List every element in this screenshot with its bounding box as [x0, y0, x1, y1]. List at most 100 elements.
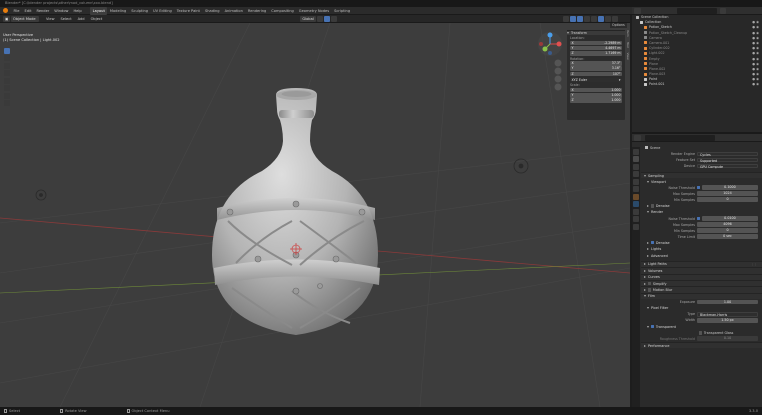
pivot-icon[interactable] — [317, 15, 324, 22]
noise-threshold-checkbox[interactable] — [697, 186, 701, 190]
output-tab-icon[interactable] — [633, 163, 639, 170]
feature-set-dropdown[interactable]: Supported — [697, 157, 758, 163]
tab-uv-editing[interactable]: UV Editing — [151, 7, 175, 15]
annotate-tool-icon[interactable] — [4, 92, 10, 99]
snap-icon[interactable] — [324, 15, 331, 22]
performance-panel[interactable]: Performance — [641, 341, 762, 349]
tab-geometry-nodes[interactable]: Geometry Nodes — [296, 7, 331, 15]
render-tab-icon[interactable] — [633, 156, 639, 162]
xray-icon[interactable] — [584, 15, 591, 22]
roughness-threshold-field[interactable]: 0.10 — [697, 336, 758, 342]
modifier-tab-icon[interactable] — [633, 201, 639, 207]
tab-sculpting[interactable]: Sculpting — [129, 7, 151, 15]
scene-tab-icon[interactable] — [633, 178, 639, 185]
tab-rendering[interactable]: Rendering — [245, 7, 268, 15]
viewport-max-samples-field[interactable]: 1024 — [697, 191, 758, 197]
orientation-dropdown[interactable]: Global — [300, 15, 317, 22]
menu-select[interactable]: Select — [58, 17, 75, 21]
scale-tool-icon[interactable] — [4, 77, 10, 84]
rotation-mode-dropdown[interactable]: XYZ Euler ▾ — [570, 77, 622, 83]
outliner-row[interactable]: Point.001 ● ◉ — [636, 82, 762, 87]
menu-help[interactable]: Help — [71, 7, 84, 15]
render-min-samples-field[interactable]: 0 — [697, 228, 758, 233]
scale-x-field[interactable]: X 1.000 — [570, 87, 622, 93]
data-tab-icon[interactable] — [633, 223, 639, 230]
menu-edit[interactable]: Edit — [22, 7, 34, 15]
constraints-tab-icon[interactable] — [633, 216, 639, 222]
tab-texture-paint[interactable]: Texture Paint — [174, 7, 202, 15]
scale-z-field[interactable]: Z 1.000 — [570, 98, 622, 103]
menu-file[interactable]: File — [11, 7, 22, 15]
3d-viewport[interactable]: User Perspective (1) Scene Collection | … — [0, 23, 630, 407]
scale-y-field[interactable]: Y 1.000 — [570, 93, 622, 98]
rotation-z-field[interactable]: Z 107° — [570, 71, 622, 77]
transform-tool-icon[interactable] — [4, 85, 10, 91]
select-tool-icon[interactable] — [4, 47, 10, 54]
viewport-canvas[interactable] — [0, 23, 630, 407]
rotation-y-field[interactable]: Y 3.16° — [570, 66, 622, 71]
tab-shading[interactable]: Shading — [202, 7, 222, 15]
eye-icon[interactable]: ● ◉ — [752, 82, 759, 87]
overlay-icon[interactable] — [577, 15, 584, 22]
render-noise-threshold-field[interactable]: 0.0100 — [701, 216, 758, 221]
potion-bottle-mesh[interactable] — [212, 88, 380, 335]
menu-add[interactable]: Add — [75, 17, 88, 21]
location-y-field[interactable]: Y 4.4697 m — [570, 45, 622, 51]
filter-width-field[interactable]: 1.50 px — [697, 318, 758, 323]
options-button[interactable]: Options — [610, 23, 627, 28]
device-dropdown[interactable]: GPU Compute — [697, 163, 758, 169]
blender-logo-icon[interactable] — [3, 8, 8, 13]
tab-animation[interactable]: Animation — [222, 7, 245, 15]
menu-window[interactable]: Window — [52, 7, 71, 15]
filter-type-dropdown[interactable]: Blackman-Harris — [697, 312, 758, 317]
tab-layout[interactable]: Layout — [90, 6, 108, 15]
material-shading-icon[interactable] — [605, 15, 612, 22]
visibility-icon[interactable] — [563, 15, 570, 22]
view-controls[interactable] — [554, 59, 562, 91]
menu-render[interactable]: Render — [34, 7, 52, 15]
tab-item[interactable]: Item — [626, 30, 630, 37]
tab-tool[interactable]: Tool — [626, 42, 630, 48]
properties-search-input[interactable] — [645, 134, 715, 141]
time-limit-field[interactable]: 0 sec — [697, 234, 758, 239]
wireframe-shading-icon[interactable] — [591, 15, 598, 22]
tool-tab-icon[interactable] — [633, 148, 639, 155]
tab-view[interactable]: View — [626, 53, 630, 60]
rotation-x-field[interactable]: X 37.3° — [570, 61, 622, 66]
advanced-subpanel[interactable]: Advanced — [641, 252, 762, 259]
rotate-tool-icon[interactable] — [4, 70, 10, 76]
physics-tab-icon[interactable] — [633, 208, 639, 215]
cursor-tool-icon[interactable] — [4, 55, 10, 61]
render-engine-dropdown[interactable]: Cycles — [697, 151, 758, 157]
viewport-min-samples-field[interactable]: 0 — [697, 197, 758, 203]
editor-type-icon[interactable]: ▣ — [3, 15, 10, 22]
proportional-edit-icon[interactable] — [331, 15, 338, 22]
world-tab-icon[interactable] — [633, 186, 639, 192]
move-tool-icon[interactable] — [4, 62, 10, 69]
properties-type-icon[interactable] — [634, 134, 641, 141]
mode-dropdown[interactable]: Object Mode — [11, 15, 39, 22]
filter-icon[interactable] — [720, 7, 726, 14]
solid-shading-icon[interactable] — [598, 15, 605, 22]
outliner-search-input[interactable] — [677, 7, 717, 14]
tab-scripting[interactable]: Scripting — [332, 7, 353, 15]
outliner-type-icon[interactable] — [634, 7, 641, 14]
tab-modeling[interactable]: Modeling — [107, 7, 128, 15]
gizmo-icon[interactable] — [570, 15, 577, 22]
tab-compositing[interactable]: Compositing — [269, 7, 297, 15]
navigation-gizmo[interactable] — [538, 32, 562, 56]
exposure-field[interactable]: 1.00 — [697, 299, 758, 305]
render-noise-threshold-checkbox[interactable] — [697, 216, 701, 221]
measure-tool-icon[interactable] — [4, 100, 10, 106]
location-z-field[interactable]: Z 1.7169 m — [570, 50, 622, 56]
menu-object[interactable]: Object — [88, 17, 106, 21]
transparent-glass-checkbox[interactable] — [699, 331, 703, 335]
render-max-samples-field[interactable]: 4096 — [697, 222, 758, 227]
menu-view[interactable]: View — [43, 17, 58, 21]
view-layer-tab-icon[interactable] — [633, 171, 639, 177]
object-tab-icon[interactable] — [633, 193, 639, 200]
location-x-field[interactable]: X -2.2989 m — [570, 40, 622, 46]
drag-handle-icon[interactable]: ⋮⋮ — [751, 262, 757, 266]
viewport-noise-threshold-field[interactable]: 0.1000 — [701, 185, 758, 191]
rendered-shading-icon[interactable] — [612, 15, 619, 22]
